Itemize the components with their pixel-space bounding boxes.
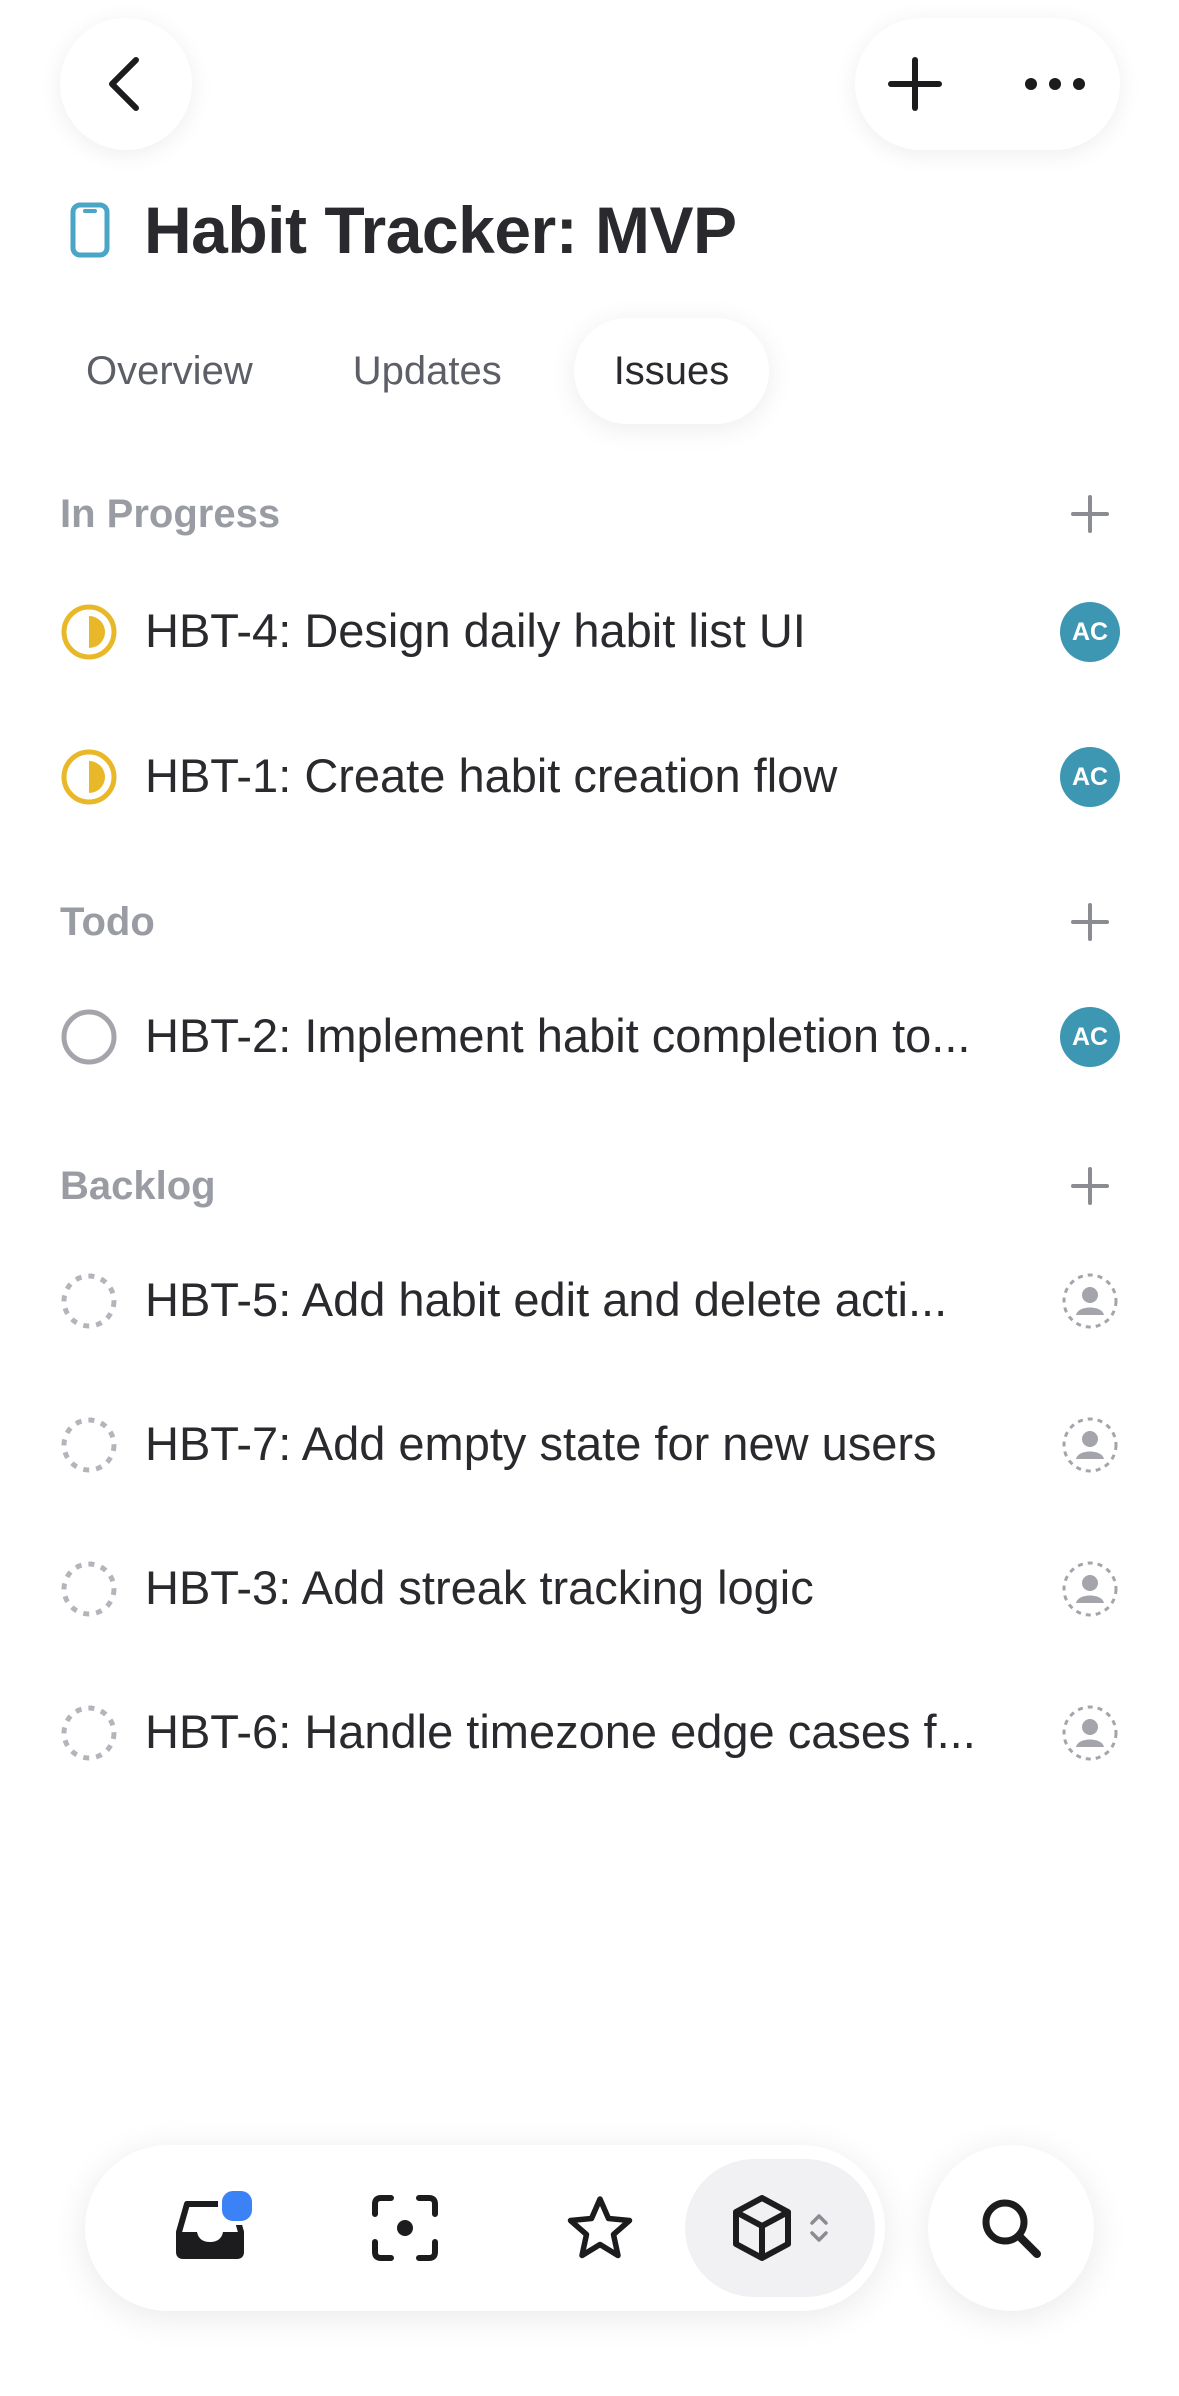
tab-updates[interactable]: Updates [325, 318, 530, 424]
issue-title: HBT-2: Implement habit completion to... [145, 1009, 971, 1062]
issue-row[interactable]: HBT-1: Create habit creation flow AC [60, 721, 1120, 831]
tab-issues[interactable]: Issues [573, 318, 770, 424]
issue-row[interactable]: HBT-6: Handle timezone edge cases f... [60, 1677, 1120, 1787]
nav-inbox[interactable] [140, 2145, 280, 2311]
nav-favorites[interactable] [530, 2145, 670, 2311]
backlog-status-icon [61, 1561, 117, 1617]
add-issue-button[interactable] [1060, 892, 1120, 952]
section-title: Backlog [60, 1164, 216, 1208]
star-icon [567, 2196, 633, 2259]
backlog-status-icon [61, 1273, 117, 1329]
add-issue-button[interactable] [1060, 1156, 1120, 1216]
issue-row[interactable]: HBT-2: Implement habit completion to... … [60, 981, 1120, 1091]
plus-icon [1071, 495, 1109, 533]
header-actions [855, 18, 1120, 150]
section-header-backlog: Backlog [60, 1156, 1120, 1216]
avatar[interactable]: AC [1060, 602, 1120, 662]
top-bar [0, 0, 1179, 170]
more-button[interactable] [995, 18, 1115, 150]
notification-badge [218, 2187, 256, 2225]
page-title: Habit Tracker: MVP [144, 193, 737, 267]
project-header: Habit Tracker: MVP [62, 185, 737, 275]
backlog-status-icon [61, 1417, 117, 1473]
backlog-status-icon [61, 1705, 117, 1761]
issue-title: HBT-1: Create habit creation flow [145, 749, 838, 802]
issue-row[interactable]: HBT-5: Add habit edit and delete acti... [60, 1245, 1120, 1355]
avatar[interactable]: AC [1060, 747, 1120, 807]
add-button[interactable] [855, 18, 975, 150]
issue-title: HBT-7: Add empty state for new users [145, 1417, 937, 1470]
cube-icon [733, 2195, 791, 2261]
section-header-in-progress: In Progress [60, 484, 1120, 544]
issue-row[interactable]: HBT-4: Design daily habit list UI AC [60, 576, 1120, 686]
unassigned-user-icon[interactable] [1060, 1703, 1120, 1763]
section-title: Todo [60, 900, 155, 944]
issue-row[interactable]: HBT-7: Add empty state for new users [60, 1389, 1120, 1499]
search-button[interactable] [928, 2145, 1094, 2311]
plus-icon [1071, 1167, 1109, 1205]
more-horizontal-icon [1025, 78, 1085, 90]
issue-title: HBT-4: Design daily habit list UI [145, 604, 806, 657]
issue-title: HBT-5: Add habit edit and delete acti... [145, 1273, 948, 1326]
chevron-left-icon [109, 57, 139, 111]
section-title: In Progress [60, 492, 281, 536]
in-progress-status-icon [61, 749, 117, 805]
focus-icon [372, 2195, 438, 2261]
phone-device-icon [62, 200, 118, 260]
plus-icon [1071, 903, 1109, 941]
unassigned-user-icon[interactable] [1060, 1271, 1120, 1331]
chevron-up-down-icon [810, 2214, 828, 2242]
bottom-nav [85, 2145, 885, 2311]
issue-title: HBT-3: Add streak tracking logic [145, 1561, 814, 1614]
in-progress-status-icon [61, 604, 117, 660]
tab-overview[interactable]: Overview [60, 318, 281, 424]
issue-title: HBT-6: Handle timezone edge cases f... [145, 1705, 976, 1758]
back-button[interactable] [60, 18, 192, 150]
unassigned-user-icon[interactable] [1060, 1415, 1120, 1475]
plus-icon [888, 57, 942, 111]
search-icon [982, 2199, 1041, 2258]
todo-status-icon [61, 1009, 117, 1065]
add-issue-button[interactable] [1060, 484, 1120, 544]
section-header-todo: Todo [60, 892, 1120, 952]
avatar[interactable]: AC [1060, 1007, 1120, 1067]
nav-focus[interactable] [335, 2145, 475, 2311]
unassigned-user-icon[interactable] [1060, 1559, 1120, 1619]
nav-workspace-switcher[interactable] [685, 2159, 875, 2297]
issue-row[interactable]: HBT-3: Add streak tracking logic [60, 1533, 1120, 1643]
tab-bar: Overview Updates Issues [60, 318, 813, 424]
